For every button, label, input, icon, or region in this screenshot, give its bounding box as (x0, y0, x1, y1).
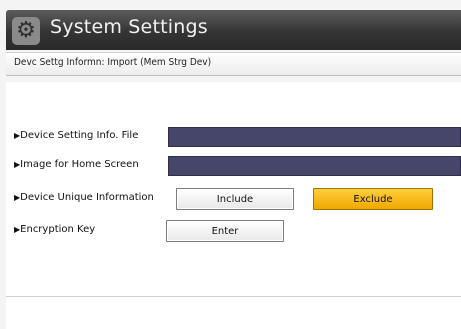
window: ⚙ System Settings Devc Settg Informn: Im… (0, 0, 461, 329)
settings-panel: ▶Device Setting Info. File ▶Image for Ho… (6, 82, 461, 329)
include-button[interactable]: Include (176, 188, 294, 210)
row-device-unique-info: ▶Device Unique Information Include Exclu… (6, 187, 461, 211)
title-bar: ⚙ System Settings (6, 10, 461, 50)
page-title: System Settings (50, 16, 208, 38)
device-unique-info-label: ▶Device Unique Information (14, 192, 154, 203)
row-home-screen-image: ▶Image for Home Screen (6, 156, 461, 176)
row-encryption-key: ▶Encryption Key Enter (6, 219, 461, 243)
enter-button[interactable]: Enter (166, 220, 284, 242)
exclude-button[interactable]: Exclude (313, 188, 433, 210)
home-screen-image-field[interactable] (168, 156, 461, 176)
breadcrumb: Devc Settg Informn: Import (Mem Strg Dev… (6, 52, 461, 76)
encryption-key-label: ▶Encryption Key (14, 224, 96, 235)
gear-icon: ⚙ (12, 17, 40, 45)
device-setting-file-field[interactable] (168, 127, 461, 147)
home-screen-image-label: ▶Image for Home Screen (14, 159, 139, 170)
device-setting-file-label: ▶Device Setting Info. File (14, 130, 139, 141)
divider (6, 296, 461, 298)
row-device-setting-file: ▶Device Setting Info. File (6, 127, 461, 147)
breadcrumb-text: Devc Settg Informn: Import (Mem Strg Dev… (14, 57, 212, 68)
